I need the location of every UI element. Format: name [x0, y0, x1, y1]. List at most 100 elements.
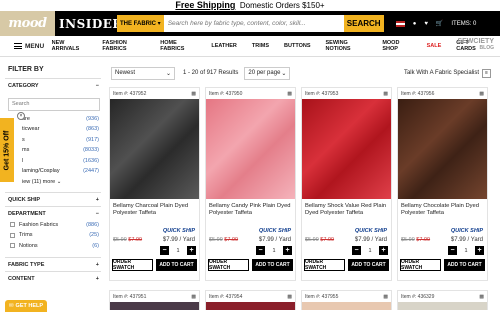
product-title[interactable]: Bellamy Charcoal Plain Dyed Polyester Ta… — [110, 199, 199, 228]
product-card[interactable]: Item #: 437950 ▩ Bellamy Candy Pink Plain… — [205, 87, 296, 281]
product-image[interactable] — [110, 99, 199, 199]
quantity-value[interactable]: 1 — [364, 248, 376, 254]
nav-fashion-fabrics[interactable]: FASHION FABRICS — [102, 40, 145, 52]
minus-button[interactable]: − — [160, 246, 169, 255]
user-icon[interactable]: ● — [413, 21, 417, 27]
product-title[interactable]: Bellamy Candy Pink Plain Dyed Polyester … — [206, 199, 295, 228]
checkbox[interactable] — [10, 243, 15, 249]
category-item[interactable]: ticwear (863) — [5, 124, 101, 135]
plus-button[interactable]: + — [187, 246, 196, 255]
sewciety-blog-logo[interactable]: SEWCIETY BLOG — [457, 38, 494, 51]
category-item[interactable]: s (917) — [5, 135, 101, 146]
heart-icon[interactable]: ♥ — [424, 21, 428, 27]
chart-icon[interactable]: ▩ — [191, 91, 196, 97]
chart-icon[interactable]: ▩ — [383, 294, 388, 300]
fabric-type-header[interactable]: FABRIC TYPE + — [5, 257, 101, 271]
nav-new-arrivals[interactable]: NEW ARRIVALS — [52, 40, 88, 52]
content-header[interactable]: CONTENT + — [5, 271, 101, 285]
product-card[interactable]: Item #: 437954 ▩ — [205, 290, 296, 310]
free-shipping-text[interactable]: Free Shipping — [175, 0, 235, 10]
chart-icon[interactable]: ▩ — [287, 294, 292, 300]
product-image[interactable] — [110, 302, 199, 310]
quantity-value[interactable]: 1 — [172, 248, 184, 254]
category-header[interactable]: CATEGORY − — [5, 78, 101, 92]
add-to-cart-button[interactable]: ADD TO CART — [444, 259, 485, 271]
item-number: Item #: 437950 — [209, 90, 243, 97]
nav-sewing-notions[interactable]: SEWING NOTIONS — [326, 40, 368, 52]
chart-icon[interactable]: ▩ — [479, 91, 484, 97]
product-card[interactable]: Item #: 437951 ▩ — [109, 290, 200, 310]
chart-icon[interactable]: ▩ — [383, 91, 388, 97]
product-title[interactable]: Bellamy Chocolate Plain Dyed Polyester T… — [398, 199, 487, 228]
minus-button[interactable]: − — [448, 246, 457, 255]
fabric-type-select[interactable]: THE FABRIC ▾ — [117, 15, 164, 32]
product-image[interactable] — [206, 99, 295, 199]
checkbox[interactable] — [10, 222, 15, 228]
close-icon[interactable]: × — [17, 112, 25, 120]
product-image[interactable] — [206, 302, 295, 310]
plus-button[interactable]: + — [283, 246, 292, 255]
plus-button[interactable]: + — [475, 246, 484, 255]
sort-select[interactable]: Newest ⌄ — [111, 66, 175, 80]
nav-sale[interactable]: SALE — [427, 43, 442, 49]
product-image[interactable] — [302, 302, 391, 310]
action-row: ORDER SWATCH ADD TO CART — [302, 257, 391, 271]
product-image[interactable] — [398, 99, 487, 199]
per-page-select[interactable]: 20 per page ⌄ — [244, 66, 291, 80]
quantity-value[interactable]: 1 — [460, 248, 472, 254]
chart-icon[interactable]: ▩ — [287, 91, 292, 97]
department-item[interactable]: Trims (25) — [5, 230, 101, 241]
order-swatch-button[interactable]: ORDER SWATCH — [112, 259, 153, 271]
mood-logo[interactable]: mood — [0, 11, 55, 36]
nav-buttons[interactable]: BUTTONS — [284, 43, 310, 49]
per-page-value: 20 per page — [248, 70, 281, 76]
view-more-link[interactable]: iew (11) more ⌄ — [5, 177, 101, 187]
quantity-value[interactable]: 1 — [268, 248, 280, 254]
quick-ship-header[interactable]: QUICK SHIP + — [5, 191, 101, 206]
plus-button[interactable]: + — [379, 246, 388, 255]
specialist-link[interactable]: Talk With A Fabric Specialist ≡ — [404, 68, 491, 78]
order-swatch-button[interactable]: ORDER SWATCH — [304, 259, 345, 271]
search-button[interactable]: SEARCH — [343, 15, 384, 32]
department-item[interactable]: Fashion Fabrics (886) — [5, 220, 101, 231]
department-item-count: (25) — [89, 232, 99, 238]
search-input[interactable] — [163, 15, 344, 32]
department-header[interactable]: DEPARTMENT − — [5, 205, 101, 220]
product-card[interactable]: Item #: 436329 ▩ — [397, 290, 488, 310]
cart-icon[interactable]: 🛒 — [436, 20, 443, 27]
nav-leather[interactable]: LEATHER — [211, 43, 237, 49]
add-to-cart-button[interactable]: ADD TO CART — [348, 259, 389, 271]
product-image[interactable] — [398, 302, 487, 310]
insider-logo[interactable]: INSIDER — [59, 17, 122, 31]
nav-mood-shop[interactable]: MOOD SHOP — [382, 40, 411, 52]
chart-icon[interactable]: ▩ — [479, 294, 484, 300]
chart-icon[interactable]: ▩ — [191, 294, 196, 300]
item-number-row: Item #: 437950 ▩ — [206, 88, 295, 99]
product-card[interactable]: Item #: 437952 ▩ Bellamy Charcoal Plain D… — [109, 87, 200, 281]
product-card[interactable]: Item #: 437955 ▩ — [301, 290, 392, 310]
minus-button[interactable]: − — [352, 246, 361, 255]
order-swatch-button[interactable]: ORDER SWATCH — [400, 259, 441, 271]
category-item[interactable]: laming/Cosplay (2447) — [5, 166, 101, 177]
get-help-button[interactable]: ✉ GET HELP — [5, 300, 47, 312]
department-item[interactable]: Notions (6) — [5, 241, 101, 252]
menu-button[interactable]: MENU — [0, 43, 52, 50]
nav-home-fabrics[interactable]: HOME FABRICS — [160, 40, 196, 52]
cart-items[interactable]: ITEMS: 0 — [451, 21, 476, 27]
discount-tab[interactable]: Get 15% Off — [0, 118, 14, 182]
category-search-input[interactable] — [8, 97, 100, 111]
checkbox[interactable] — [10, 232, 15, 238]
product-title[interactable]: Bellamy Shock Value Red Plain Dyed Polye… — [302, 199, 391, 228]
category-item[interactable]: l (1636) — [5, 156, 101, 167]
minus-button[interactable]: − — [256, 246, 265, 255]
quantity-stepper: −1 + — [398, 244, 487, 257]
product-card[interactable]: Item #: 437953 ▩ Bellamy Shock Value Red … — [301, 87, 392, 281]
nav-trims[interactable]: TRIMS — [252, 43, 269, 49]
product-image[interactable] — [302, 99, 391, 199]
category-item[interactable]: ms (8033) — [5, 145, 101, 156]
add-to-cart-button[interactable]: ADD TO CART — [252, 259, 293, 271]
product-card[interactable]: Item #: 437956 ▩ Bellamy Chocolate Plain … — [397, 87, 488, 281]
order-swatch-button[interactable]: ORDER SWATCH — [208, 259, 249, 271]
add-to-cart-button[interactable]: ADD TO CART — [156, 259, 197, 271]
flag-icon[interactable] — [395, 20, 405, 27]
